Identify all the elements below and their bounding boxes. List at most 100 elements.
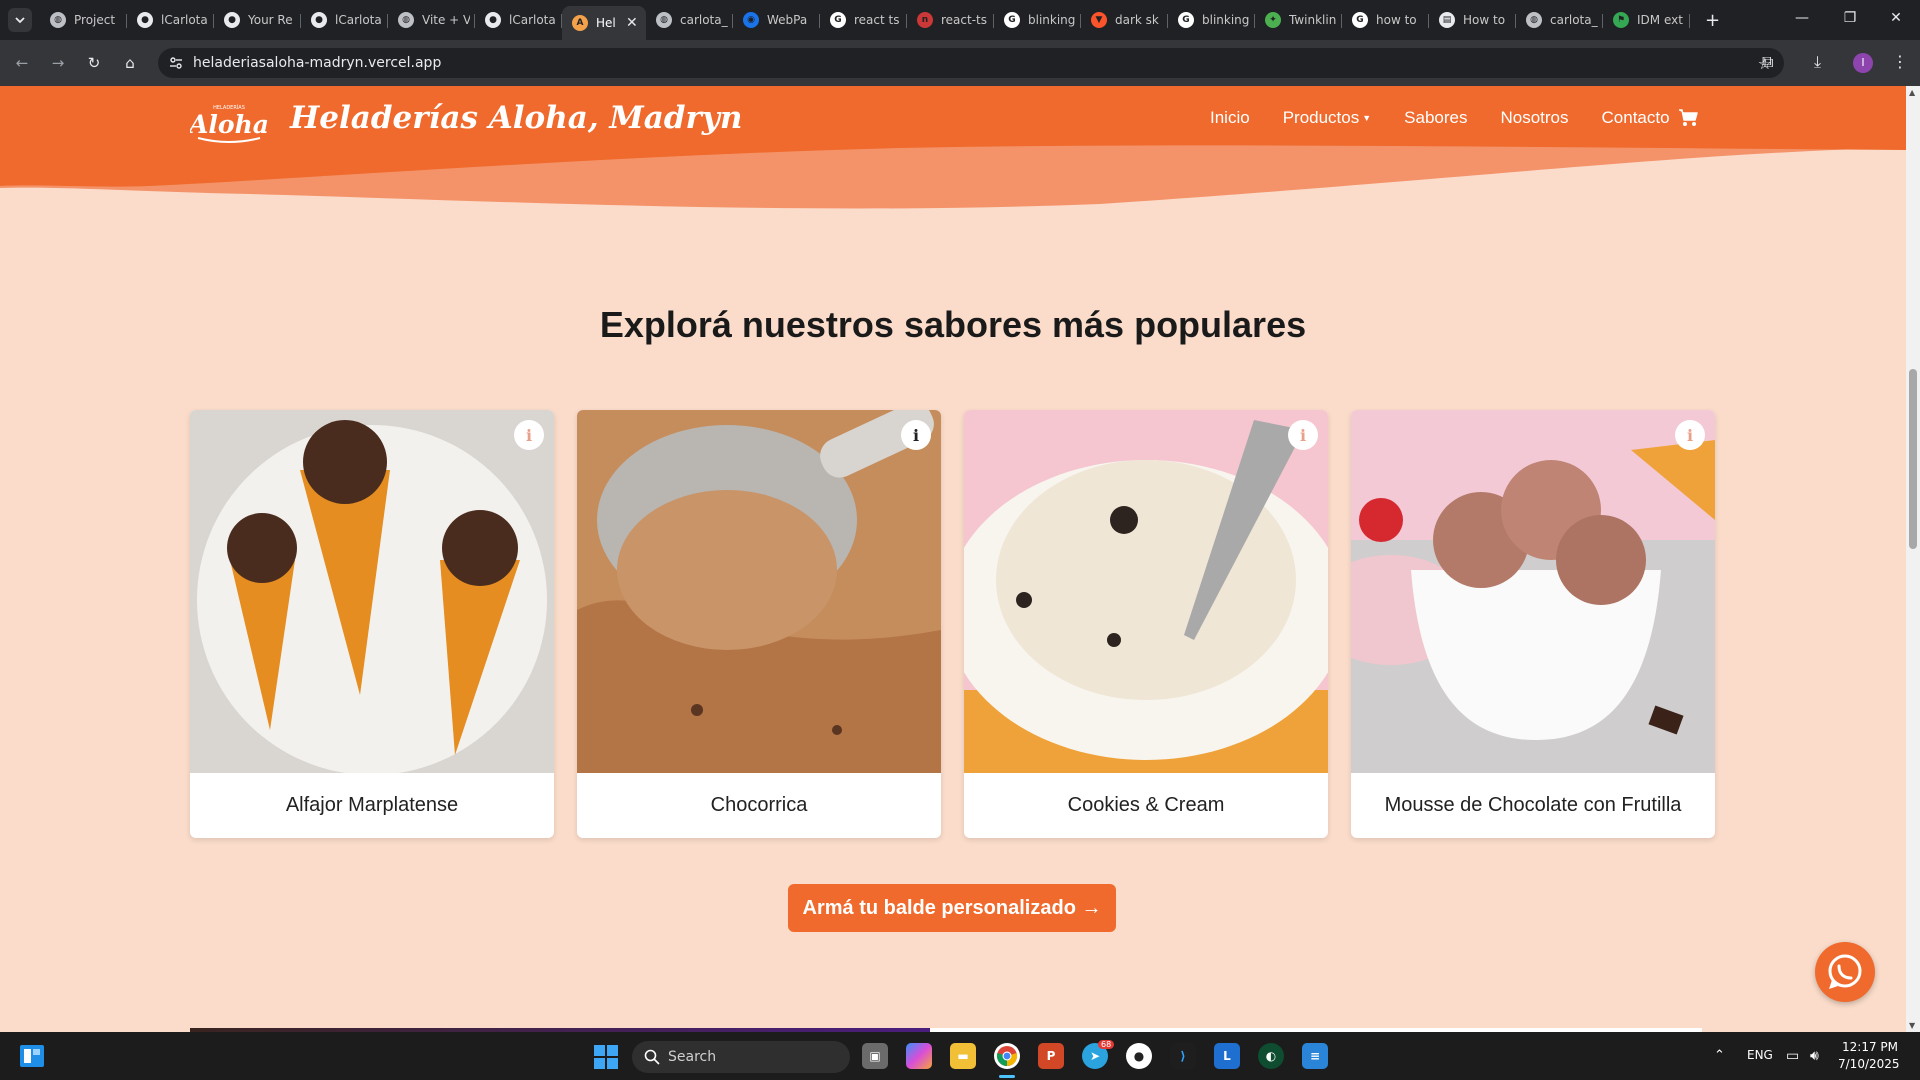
tab[interactable]: ◍ carlota_ (646, 6, 733, 34)
tab[interactable]: ● lCarlota (127, 6, 214, 34)
site-info-icon[interactable] (168, 55, 184, 71)
tab-title: lCarlota (335, 13, 382, 27)
linear-app-icon[interactable]: L (1214, 1043, 1240, 1069)
file-explorer-icon[interactable]: ▬ (950, 1043, 976, 1069)
flavor-name: Alfajor Marplatense (285, 794, 459, 816)
aloha-logo[interactable]: HELADERÍAS Aloha (190, 100, 268, 146)
globe-icon: ◍ (656, 12, 672, 28)
taskbar-search[interactable]: Search (632, 1041, 850, 1073)
tab[interactable]: Gblinking (994, 6, 1081, 34)
flavor-name: Cookies & Cream (1067, 794, 1225, 816)
tab[interactable]: ✦ Twinklin (1255, 6, 1342, 34)
profile-avatar[interactable]: I (1853, 53, 1873, 73)
tab[interactable]: ● Your Re (214, 6, 301, 34)
brave-icon: ▼ (1091, 12, 1107, 28)
tab[interactable]: ◉ WebPa (733, 6, 820, 34)
vscode-icon[interactable]: ⟩ (1170, 1043, 1196, 1069)
minimize-button[interactable]: — (1792, 10, 1812, 26)
restore-button[interactable]: ❐ (1840, 10, 1860, 26)
windows-start-icon[interactable] (594, 1045, 618, 1069)
extensions-icon[interactable]: ⧉ (1762, 52, 1773, 72)
nav-contacto[interactable]: Contacto (1602, 108, 1670, 128)
tab-active[interactable]: A Hel ✕ (562, 6, 646, 40)
task-view-icon[interactable]: ▣ (862, 1043, 888, 1069)
search-label: Search (668, 1049, 717, 1065)
powerpoint-icon[interactable]: P (1038, 1043, 1064, 1069)
google-icon: G (1004, 12, 1020, 28)
tab[interactable]: ◍ Vite + V (388, 6, 475, 34)
widgets-icon[interactable] (20, 1045, 44, 1067)
whatsapp-button[interactable] (1815, 942, 1875, 1002)
download-icon[interactable]: ⤓ (1814, 52, 1821, 72)
address-bar[interactable]: heladeriasaloha-madryn.vercel.app ☆ (158, 48, 1784, 78)
new-tab-button[interactable]: + (1705, 10, 1720, 31)
google-icon: G (830, 12, 846, 28)
tab[interactable]: ▤ How to (1429, 6, 1516, 34)
custom-bucket-button[interactable]: Armá tu balde personalizado → (788, 884, 1116, 932)
tab[interactable]: Greact ts (820, 6, 907, 34)
home-button[interactable]: ⌂ (120, 53, 140, 73)
close-window-button[interactable]: ✕ (1886, 10, 1906, 26)
info-icon[interactable]: i (1288, 420, 1318, 450)
tab[interactable]: Gblinking (1168, 6, 1255, 34)
globe-icon: ◍ (398, 12, 414, 28)
browser-toolbar: ← → ↻ ⌂ heladeriasaloha-madryn.vercel.ap… (0, 40, 1920, 86)
npm-icon: n (917, 12, 933, 28)
nav-productos-dropdown[interactable]: Productos ▼ (1283, 108, 1371, 128)
url-text[interactable]: heladeriasaloha-madryn.vercel.app (193, 55, 441, 71)
brand-name[interactable]: Heladerías Aloha, Madryn (290, 100, 742, 136)
flag-icon: ⚑ (1613, 12, 1629, 28)
terminal-app-icon[interactable]: ◐ (1258, 1043, 1284, 1069)
page-scrollbar[interactable]: ▲ ▼ (1906, 86, 1920, 1032)
tab-search-button[interactable] (8, 8, 32, 32)
tab-title: IDM ext (1637, 13, 1683, 27)
language-indicator[interactable]: ENG (1747, 1048, 1773, 1062)
nav-productos-label: Productos (1282, 108, 1360, 127)
chrome-icon[interactable] (994, 1043, 1020, 1069)
tray-overflow-icon[interactable]: ⌃ (1714, 1048, 1725, 1063)
volume-icon[interactable]: 🔊︎ (1810, 1048, 1819, 1064)
tab[interactable]: ● lCarlota (475, 6, 562, 34)
forward-button[interactable]: → (48, 53, 68, 73)
back-button[interactable]: ← (12, 53, 32, 73)
tab-title: Hel (596, 16, 616, 30)
scroll-up-arrow-icon[interactable]: ▲ (1909, 88, 1915, 97)
main-nav: Inicio Productos ▼ Sabores Nosotros Conta… (1210, 108, 1703, 128)
flavor-card[interactable]: i Chocorrica (577, 410, 941, 838)
tab-close-icon[interactable]: ✕ (626, 15, 638, 31)
notepad-icon[interactable]: ≡ (1302, 1043, 1328, 1069)
media-app-icon[interactable]: ● (1126, 1043, 1152, 1069)
scroll-down-arrow-icon[interactable]: ▼ (1909, 1021, 1915, 1030)
tab-title: lCarlota (161, 13, 208, 27)
info-icon[interactable]: i (514, 420, 544, 450)
nav-nosotros[interactable]: Nosotros (1500, 108, 1568, 128)
tab[interactable]: ⚑ IDM ext (1603, 6, 1690, 34)
tab-title: carlota_ (680, 13, 728, 27)
copilot-icon[interactable] (906, 1043, 932, 1069)
globe-icon: ◍ (50, 12, 66, 28)
tab[interactable]: ◍ Project (40, 6, 127, 34)
clock-date[interactable]: 7/10/2025 (1838, 1057, 1900, 1071)
nav-inicio[interactable]: Inicio (1210, 108, 1250, 128)
flavor-image-chocorrica (577, 410, 941, 773)
clock-time[interactable]: 12:17 PM (1838, 1040, 1898, 1054)
reload-button[interactable]: ↻ (84, 53, 104, 73)
tab[interactable]: ▼ dark sk (1081, 6, 1168, 34)
tab[interactable]: ◍ carlota_ (1516, 6, 1603, 34)
cart-icon[interactable] (1678, 108, 1700, 128)
nav-sabores[interactable]: Sabores (1404, 108, 1467, 128)
flavor-card[interactable]: i Cookies & Cream (964, 410, 1328, 838)
browser-menu-icon[interactable]: ⋮ (1892, 52, 1908, 71)
tab[interactable]: Ghow to (1342, 6, 1429, 34)
info-icon[interactable]: i (901, 420, 931, 450)
scroll-thumb[interactable] (1909, 369, 1917, 549)
tab-title: How to (1463, 13, 1506, 27)
globe-icon: ◍ (1526, 12, 1542, 28)
flavor-card[interactable]: i Alfajor Marplatense (190, 410, 554, 838)
tab[interactable]: n react-ts (907, 6, 994, 34)
flavor-card[interactable]: i Mousse de Chocolate con Frutilla (1351, 410, 1715, 838)
info-icon[interactable]: i (1675, 420, 1705, 450)
network-icon[interactable]: ▭ (1786, 1048, 1799, 1064)
page-viewport: HELADERÍAS Aloha Heladerías Aloha, Madry… (0, 86, 1920, 1032)
tab[interactable]: ● lCarlota (301, 6, 388, 34)
